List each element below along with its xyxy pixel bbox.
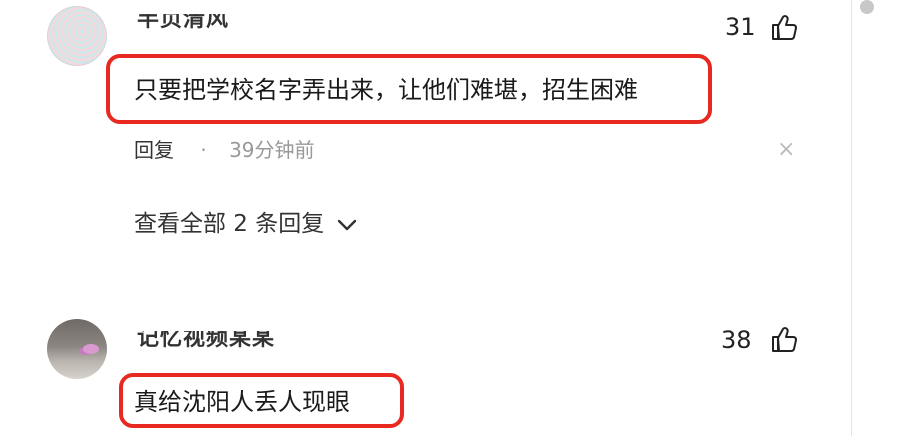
reply-button[interactable]: 回复: [134, 138, 174, 162]
thumbs-up-icon[interactable]: [769, 12, 799, 42]
comment-time: 39分钟前: [229, 138, 315, 162]
comment-username[interactable]: 记忆视频某某: [137, 331, 275, 353]
comment-text: 真给沈阳人丢人现眼: [134, 388, 350, 416]
comment-username[interactable]: 半页清风: [137, 14, 229, 34]
avatar-flower: [83, 344, 99, 354]
scrollbar-thumb[interactable]: [860, 0, 874, 14]
like-count: 31: [725, 13, 756, 41]
comment-text: 只要把学校名字弄出来，让他们难堪，招生困难: [134, 76, 638, 104]
comment-meta: 回复 · 39分钟前: [134, 134, 315, 163]
user-avatar[interactable]: [47, 319, 107, 379]
thumbs-up-icon[interactable]: [769, 324, 799, 354]
user-avatar[interactable]: [47, 6, 107, 66]
view-replies-button[interactable]: 查看全部 2 条回复: [134, 204, 358, 238]
separator-dot: ·: [200, 138, 207, 162]
scrollbar-track[interactable]: [851, 0, 910, 436]
like-count: 38: [721, 326, 752, 354]
close-icon[interactable]: ×: [777, 137, 795, 162]
view-replies-label: 查看全部 2 条回复: [134, 211, 325, 237]
chevron-down-icon: [337, 219, 356, 230]
